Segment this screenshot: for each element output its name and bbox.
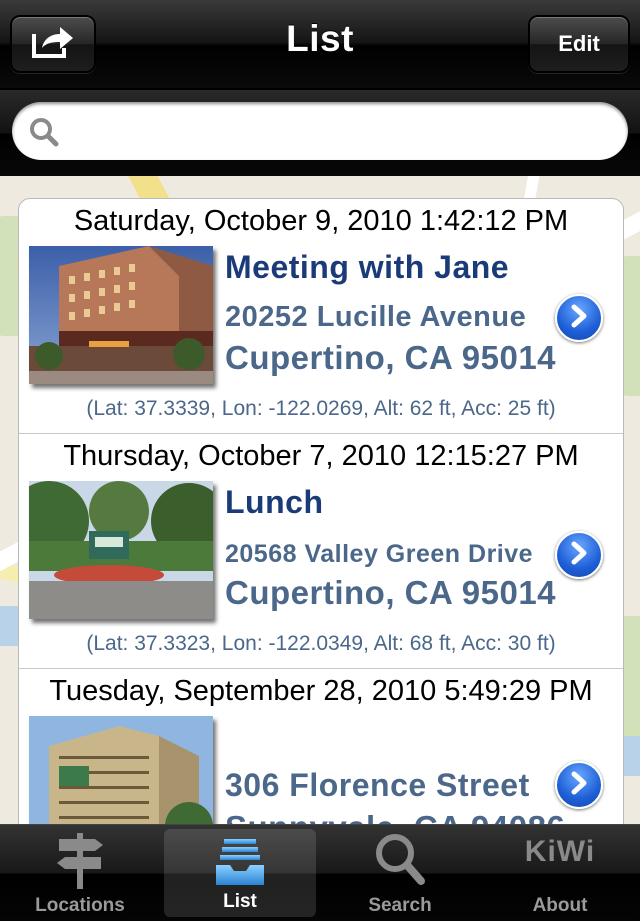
- tab-label: Search: [368, 895, 432, 916]
- location-photo: [29, 481, 213, 619]
- chevron-right-icon: [569, 541, 589, 570]
- inbox-tray-icon: [214, 835, 266, 892]
- detail-disclosure-button[interactable]: [555, 531, 603, 579]
- tab-bar: Locations List Search KiWi About: [0, 824, 640, 921]
- entry-name: Lunch: [225, 484, 324, 520]
- tab-locations[interactable]: Locations: [0, 825, 160, 921]
- entry-date: Tuesday, September 28, 2010 5:49:29 PM: [49, 675, 593, 707]
- entry-name: Meeting with Jane: [225, 249, 510, 285]
- edit-button[interactable]: Edit: [528, 15, 630, 73]
- tab-label: About: [532, 895, 588, 916]
- entry-date: Thursday, October 7, 2010 12:15:27 PM: [63, 440, 579, 472]
- entry-coordinates: (Lat: 37.3323, Lon: -122.0349, Alt: 68 f…: [86, 632, 556, 655]
- signpost-icon: [55, 831, 105, 894]
- detail-disclosure-button[interactable]: [555, 294, 603, 342]
- navigation-bar: List Edit: [0, 0, 640, 90]
- chevron-right-icon: [569, 771, 589, 800]
- entry-coordinates: (Lat: 37.3339, Lon: -122.0269, Alt: 62 f…: [86, 397, 556, 420]
- tab-list[interactable]: List: [164, 829, 316, 917]
- list-item[interactable]: Tuesday, September 28, 2010 5:49:29 PM 3…: [19, 669, 623, 839]
- search-bar: [0, 90, 640, 176]
- list-item[interactable]: Saturday, October 9, 2010 1:42:12 PM Mee…: [19, 199, 623, 434]
- tab-label: List: [223, 891, 257, 912]
- tab-label: Locations: [35, 895, 125, 916]
- location-list: Saturday, October 9, 2010 1:42:12 PM Mee…: [18, 198, 624, 840]
- magnifier-icon: [373, 831, 427, 892]
- entry-street: 20252 Lucille Avenue: [225, 301, 527, 333]
- search-icon: [28, 116, 60, 153]
- entry-city: Cupertino, CA 95014: [225, 339, 557, 376]
- entry-city: Cupertino, CA 95014: [225, 574, 557, 611]
- search-input[interactable]: [74, 112, 598, 152]
- tab-search[interactable]: Search: [320, 825, 480, 921]
- entry-street: 20568 Valley Green Drive: [225, 540, 534, 568]
- search-field[interactable]: [12, 102, 628, 160]
- chevron-right-icon: [569, 304, 589, 333]
- tab-about[interactable]: KiWi About: [480, 825, 640, 921]
- detail-disclosure-button[interactable]: [555, 761, 603, 809]
- list-item[interactable]: Thursday, October 7, 2010 12:15:27 PM Lu…: [19, 434, 623, 669]
- location-photo: [29, 246, 213, 384]
- kiwi-logo-icon: KiWi: [524, 835, 596, 868]
- location-photo: [29, 716, 213, 839]
- entry-street: 306 Florence Street: [225, 767, 530, 803]
- entry-date: Saturday, October 9, 2010 1:42:12 PM: [73, 205, 569, 237]
